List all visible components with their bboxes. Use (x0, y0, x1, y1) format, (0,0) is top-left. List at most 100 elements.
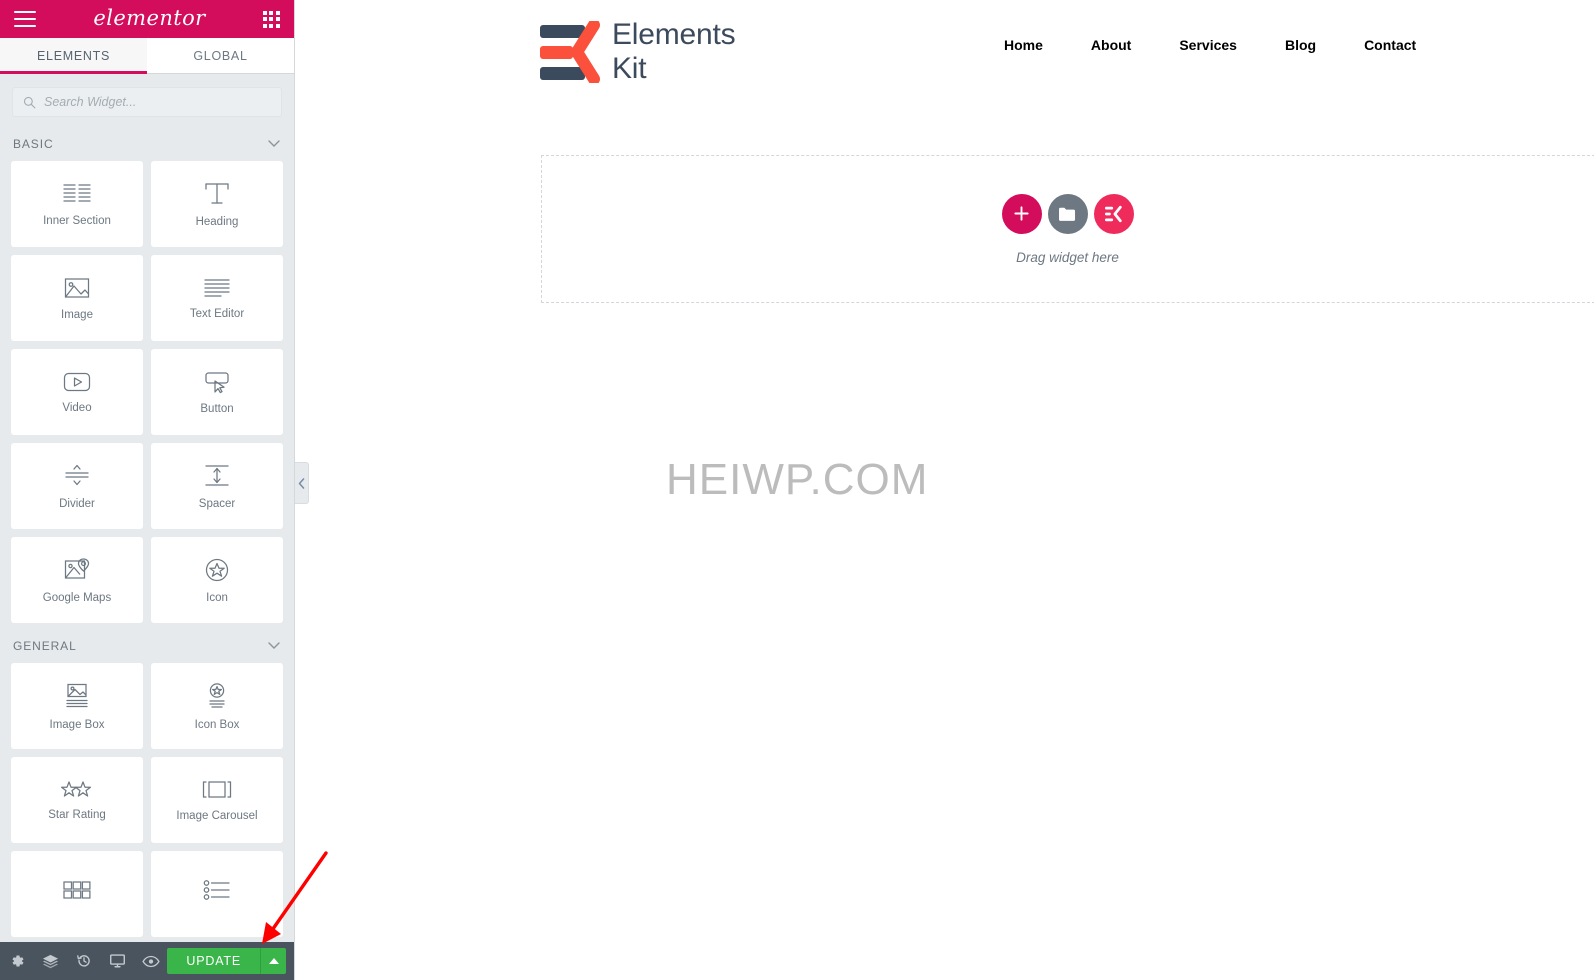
widget-label: Spacer (198, 497, 236, 510)
update-button-group: UPDATE (167, 948, 286, 974)
elementor-panel: elementor ELEMENTS GLOBAL BASIC (0, 0, 295, 980)
widget-image-carousel[interactable]: Image Carousel (151, 757, 283, 843)
category-header-basic[interactable]: BASIC (0, 127, 294, 161)
inner-section-icon (63, 183, 91, 202)
star-rating-icon (60, 780, 92, 797)
image-icon (64, 277, 90, 298)
nav-link-blog[interactable]: Blog (1261, 37, 1340, 53)
widget-label: Inner Section (43, 214, 111, 227)
elementor-editor: elementor ELEMENTS GLOBAL BASIC (0, 0, 1594, 980)
star-icon (205, 558, 229, 581)
widget-video[interactable]: Video (11, 349, 143, 435)
elementskit-library-button[interactable] (1093, 193, 1134, 234)
editor-canvas: Elements Kit Home About Services Blog Co… (296, 0, 1594, 980)
plus-icon (1014, 206, 1029, 221)
update-options-caret-icon[interactable] (260, 948, 286, 974)
widget-button[interactable]: Button (151, 349, 283, 435)
image-gallery-icon (63, 880, 91, 899)
widget-label: Heading (195, 215, 239, 228)
update-button[interactable]: UPDATE (167, 948, 260, 974)
category-header-general[interactable]: GENERAL (0, 623, 294, 663)
panel-header: elementor (0, 0, 294, 38)
widget-icon-box[interactable]: Icon Box (151, 663, 283, 749)
widget-divider[interactable]: Divider (11, 443, 143, 529)
widget-label: Google Maps (42, 591, 112, 604)
hamburger-icon[interactable] (14, 11, 36, 27)
drop-zone-label: Drag widget here (1016, 249, 1119, 265)
responsive-mode-icon[interactable] (100, 942, 133, 980)
widget-image-gallery[interactable] (11, 851, 143, 937)
widget-label: Image (61, 308, 93, 321)
settings-gear-icon[interactable] (0, 942, 33, 980)
widget-inner-section[interactable]: Inner Section (11, 161, 143, 247)
ek-icon (1104, 205, 1122, 222)
preview-eye-icon[interactable] (134, 942, 167, 980)
panel-tabs: ELEMENTS GLOBAL (0, 38, 294, 74)
logo-line-1: Elements (612, 18, 736, 51)
widget-grid-basic: Inner Section Heading Image Text Editor … (0, 161, 294, 623)
elementskit-logo-text: Elements Kit (612, 18, 736, 86)
chevron-down-icon (268, 641, 280, 652)
watermark: HEIWP.COM (666, 455, 929, 504)
widget-image[interactable]: Image (11, 255, 143, 341)
folder-icon (1059, 207, 1076, 221)
drop-zone-buttons (1001, 193, 1134, 234)
panel-collapse-toggle[interactable] (295, 462, 309, 504)
template-library-button[interactable] (1047, 193, 1088, 234)
search-icon (23, 96, 36, 108)
widget-label: Icon (206, 591, 228, 604)
add-section-button[interactable] (1001, 193, 1042, 234)
image-carousel-icon (202, 780, 232, 798)
widget-grid-general: Image Box Icon Box Star Rating Image Car… (0, 663, 294, 937)
drop-zone[interactable]: Drag widget here (541, 155, 1594, 303)
widget-image-box[interactable]: Image Box (11, 663, 143, 749)
elementskit-logo[interactable]: Elements Kit (540, 18, 736, 86)
widget-spacer[interactable]: Spacer (151, 443, 283, 529)
logo-line-2: Kit (612, 52, 647, 86)
widget-icon-list[interactable] (151, 851, 283, 937)
spacer-icon (205, 464, 229, 486)
widget-star-rating[interactable]: Star Rating (11, 757, 143, 843)
icon-list-icon (203, 879, 230, 900)
nav-link-contact[interactable]: Contact (1340, 37, 1440, 53)
elementor-logo: elementor (93, 6, 206, 30)
image-box-icon (66, 683, 88, 707)
widget-label: Image Box (49, 718, 105, 731)
site-header: Elements Kit Home About Services Blog Co… (296, 0, 1594, 97)
text-editor-icon (204, 278, 230, 297)
search-widget-area (0, 74, 294, 127)
widget-label: Star Rating (48, 808, 106, 821)
tab-elements[interactable]: ELEMENTS (0, 38, 147, 74)
widget-label: Image Carousel (176, 809, 258, 822)
elementskit-logo-icon (540, 21, 600, 84)
history-icon[interactable] (67, 942, 100, 980)
button-icon (205, 371, 229, 393)
category-title-basic: BASIC (13, 137, 54, 151)
widget-label: Button (200, 402, 234, 415)
tab-global[interactable]: GLOBAL (147, 38, 294, 73)
chevron-left-icon (298, 477, 305, 489)
navigator-layers-icon[interactable] (33, 942, 66, 980)
widget-icon[interactable]: Icon (151, 537, 283, 623)
nav-link-about[interactable]: About (1067, 37, 1155, 53)
divider-icon (65, 464, 89, 485)
widget-label: Video (62, 401, 92, 414)
widget-text-editor[interactable]: Text Editor (151, 255, 283, 341)
grid-apps-icon[interactable] (262, 10, 280, 28)
category-title-general: GENERAL (13, 639, 77, 653)
icon-box-icon (209, 682, 225, 708)
nav-link-services[interactable]: Services (1155, 37, 1261, 53)
chevron-down-icon (268, 139, 280, 150)
search-input[interactable] (44, 95, 271, 109)
panel-footer-toolbar: UPDATE (0, 942, 294, 980)
google-maps-icon (64, 557, 90, 579)
video-icon (63, 372, 91, 391)
widget-label: Divider (59, 497, 95, 510)
widget-google-maps[interactable]: Google Maps (11, 537, 143, 623)
heading-icon (205, 182, 229, 204)
search-box[interactable] (12, 87, 282, 117)
widget-label: Icon Box (194, 718, 240, 731)
nav-link-home[interactable]: Home (980, 37, 1067, 53)
widget-heading[interactable]: Heading (151, 161, 283, 247)
widget-label: Text Editor (189, 307, 245, 320)
